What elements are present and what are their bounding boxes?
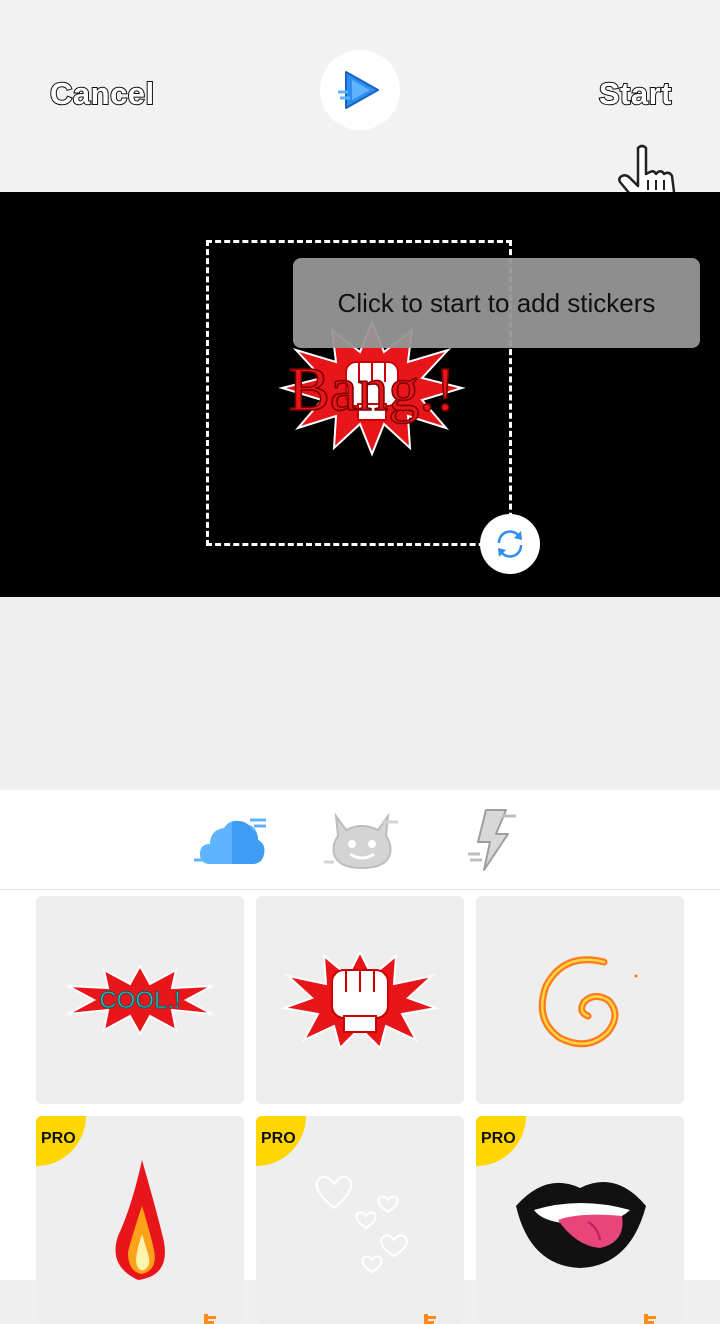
cloud-icon — [194, 818, 266, 864]
devil-face-icon — [324, 812, 398, 870]
rotate-icon — [497, 530, 523, 558]
start-button[interactable]: Start — [598, 75, 673, 112]
cancel-button[interactable]: Cancel — [49, 75, 155, 112]
rotate-button[interactable] — [480, 514, 540, 574]
key-icon — [204, 1314, 216, 1324]
bang-text: Bang.! — [288, 356, 455, 424]
fist-sticker-tile[interactable] — [256, 896, 464, 1104]
app-logo — [320, 50, 400, 130]
sticker-grid: COOL.! PRO PRO PRO — [0, 890, 720, 1324]
hearts-sticker-tile[interactable]: PRO — [256, 1116, 464, 1324]
key-icon — [424, 1314, 436, 1324]
pro-label: PRO — [481, 1130, 516, 1147]
lips-sticker-tile[interactable]: PRO — [476, 1116, 684, 1324]
tooltip: Click to start to add stickers — [293, 258, 700, 348]
tab-devil[interactable] — [324, 802, 400, 878]
fire-swirl-sticker-tile[interactable] — [476, 896, 684, 1104]
category-tabs — [0, 790, 720, 890]
empty-area — [0, 597, 720, 790]
cool-sticker: COOL.! — [67, 963, 213, 1037]
fire-swirl-sticker — [538, 956, 638, 1048]
lightning-icon — [468, 809, 516, 871]
cool-text: COOL.! — [99, 987, 180, 1014]
fist-sticker — [280, 949, 440, 1050]
pro-label: PRO — [261, 1130, 296, 1147]
flame-sticker-tile[interactable]: PRO — [36, 1116, 244, 1324]
video-preview[interactable]: Bang.! — [0, 192, 720, 597]
cool-sticker-tile[interactable]: COOL.! — [36, 896, 244, 1104]
top-bar: Cancel Start — [0, 0, 720, 208]
tooltip-text: Click to start to add stickers — [337, 287, 656, 318]
play-logo-icon — [338, 71, 379, 109]
tab-lightning[interactable] — [456, 802, 532, 878]
key-icon — [644, 1314, 656, 1324]
pro-label: PRO — [41, 1130, 76, 1147]
tab-cloud[interactable] — [194, 802, 270, 878]
